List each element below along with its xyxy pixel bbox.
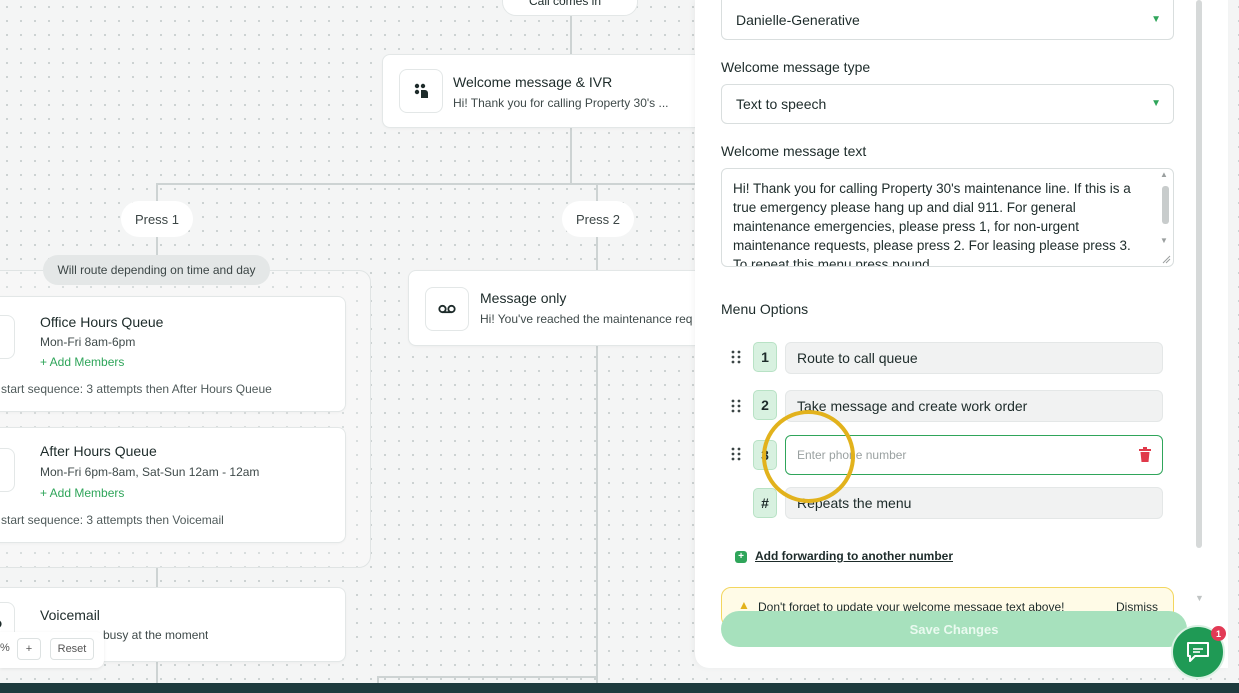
menu-options-label: Menu Options — [721, 301, 809, 317]
menu-option-value: Take message and create work order — [797, 398, 1028, 414]
welcome-text-area[interactable]: Hi! Thank you for calling Property 30's … — [721, 168, 1174, 267]
ivr-icon — [399, 69, 443, 113]
queue-hours: Mon-Fri 8am-6pm — [40, 335, 136, 349]
voice-select[interactable]: Danielle-Generative ▼ — [721, 0, 1174, 40]
node-title: After Hours Queue — [40, 443, 157, 459]
drag-handle-icon[interactable] — [730, 399, 742, 413]
connector-line — [570, 128, 572, 185]
branch-press-2: Press 2 — [562, 201, 634, 237]
message-only-node[interactable]: Message only Hi! You've reached the main… — [408, 270, 718, 346]
node-subtitle: Hi! You've reached the maintenance req — [480, 312, 693, 326]
drag-handle-icon[interactable] — [730, 350, 742, 364]
connector-line — [156, 183, 696, 185]
node-subtitle: busy at the moment — [103, 628, 209, 642]
click-highlight-ring — [762, 410, 855, 503]
zoom-reset-button[interactable]: Reset — [50, 638, 94, 660]
chevron-down-icon: ▼ — [1151, 14, 1161, 25]
node-title: Voicemail — [40, 607, 100, 623]
menu-option-field[interactable]: Repeats the menu — [785, 487, 1163, 519]
welcome-type-select[interactable]: Text to speech ▼ — [721, 84, 1174, 124]
connector-line — [156, 235, 158, 257]
building-icon — [0, 315, 15, 359]
menu-option-field[interactable]: Route to call queue — [785, 342, 1163, 374]
route-condition-label: Will route depending on time and day — [57, 263, 256, 277]
welcome-ivr-node[interactable]: Welcome message & IVR Hi! Thank you for … — [382, 54, 712, 128]
menu-option-value: Route to call queue — [797, 350, 918, 366]
textarea-scroll-thumb[interactable] — [1162, 186, 1169, 224]
menu-key-badge: # — [753, 488, 777, 518]
plus-icon[interactable]: + — [735, 551, 747, 563]
connector-line — [156, 183, 158, 203]
voice-select-value: Danielle-Generative — [736, 11, 860, 28]
connector-line — [156, 662, 158, 683]
queue-sequence: start sequence: 3 attempts then After Ho… — [1, 382, 272, 396]
connector-line — [570, 14, 572, 54]
resize-handle-icon[interactable] — [1161, 254, 1171, 264]
node-title: Message only — [480, 290, 567, 306]
add-members-link[interactable]: + Add Members — [40, 486, 124, 500]
menu-key-badge: 1 — [753, 342, 777, 372]
queue-sequence: start sequence: 3 attempts then Voicemai… — [1, 513, 224, 527]
connector-line — [596, 345, 598, 683]
connector-line — [377, 676, 597, 678]
zoom-in-button[interactable]: + — [17, 638, 41, 660]
node-title: Office Hours Queue — [40, 314, 164, 330]
save-changes-button[interactable]: Save Changes — [721, 611, 1187, 647]
connector-line — [596, 183, 598, 203]
branch-label: Press 1 — [134, 211, 180, 227]
welcome-type-value: Text to speech — [736, 96, 827, 112]
connector-line — [596, 235, 598, 271]
branch-press-1: Press 1 — [121, 201, 193, 237]
zoom-percent: % — [0, 642, 10, 654]
queue-hours: Mon-Fri 6pm-8am, Sat-Sun 12am - 12am — [40, 465, 260, 479]
chat-bubble-icon — [1187, 642, 1209, 662]
scroll-down-icon[interactable]: ▼ — [1195, 593, 1204, 603]
after-hours-queue-node[interactable]: After Hours Queue Mon-Fri 6pm-8am, Sat-S… — [0, 427, 346, 543]
menu-key-badge: 2 — [753, 390, 777, 420]
call-start-node[interactable]: Call comes in — [502, 0, 638, 16]
node-title: Welcome message & IVR — [453, 74, 613, 90]
branch-label: Press 2 — [575, 211, 621, 227]
panel-scrollbar[interactable] — [1196, 0, 1202, 548]
add-forwarding-link[interactable]: Add forwarding to another number — [755, 549, 953, 563]
office-hours-queue-node[interactable]: Office Hours Queue Mon-Fri 8am-6pm + Add… — [0, 296, 346, 412]
trash-icon[interactable] — [1138, 447, 1152, 463]
menu-option-field[interactable]: Take message and create work order — [785, 390, 1163, 422]
welcome-text-label: Welcome message text — [721, 143, 867, 159]
zoom-controls: % + Reset — [0, 632, 104, 668]
welcome-type-label: Welcome message type — [721, 59, 871, 75]
connector-line — [156, 568, 158, 588]
notification-badge: 1 — [1211, 626, 1226, 641]
call-start-label: Call comes in — [529, 0, 602, 8]
drag-handle-icon[interactable] — [730, 447, 742, 461]
scroll-up-icon[interactable]: ▲ — [1160, 170, 1168, 179]
add-members-link[interactable]: + Add Members — [40, 355, 124, 369]
scroll-down-icon[interactable]: ▼ — [1160, 236, 1168, 245]
voicemail-icon — [425, 287, 469, 331]
route-condition-pill: Will route depending on time and day — [43, 255, 270, 285]
bottom-strip — [0, 683, 1239, 693]
moon-icon — [0, 448, 15, 492]
chevron-down-icon: ▼ — [1151, 98, 1161, 109]
warning-icon: ▲ — [738, 598, 750, 612]
node-subtitle: Hi! Thank you for calling Property 30's … — [453, 96, 669, 110]
connector-line — [377, 676, 379, 683]
